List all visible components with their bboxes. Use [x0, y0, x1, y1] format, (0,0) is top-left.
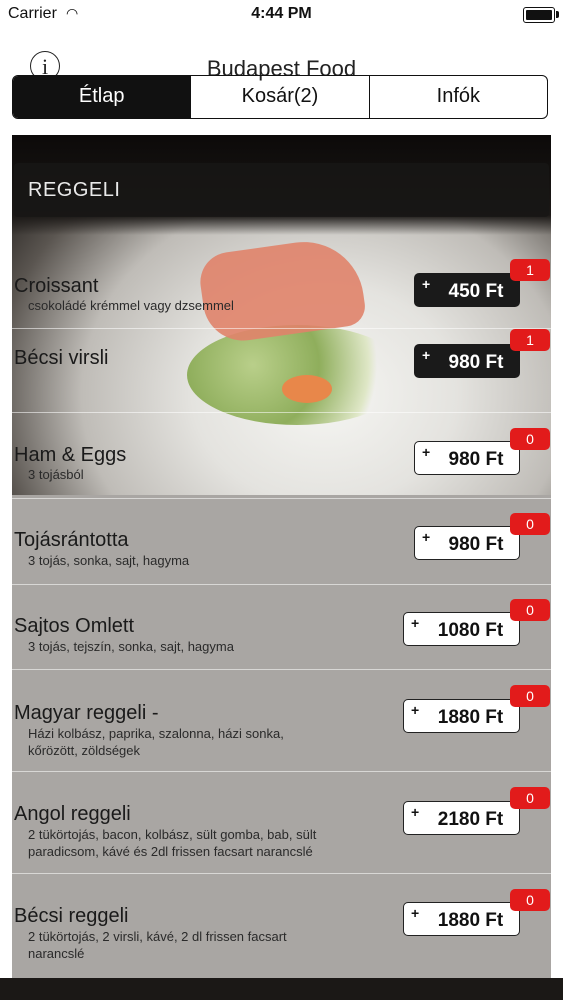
section-header[interactable]: REGGELI [14, 163, 549, 217]
item-name: Ham & Eggs [14, 444, 127, 466]
item-price: 1080 Ft [437, 620, 504, 641]
menu-item-becsi-reggeli[interactable]: Bécsi reggeli 2 tükörtojás, 2 virsli, ká… [12, 874, 551, 979]
item-price: 2180 Ft [437, 809, 504, 830]
item-description: csokoládé krémmel vagy dzsemmel [28, 298, 234, 313]
quantity-badge: 1 [510, 329, 550, 351]
item-description: 3 tojás, tejszín, sonka, sajt, hagyma [28, 639, 234, 654]
menu-item-angol-reggeli[interactable]: Angol reggeli 2 tükörtojás, bacon, kolbá… [12, 772, 551, 874]
menu-item-magyar-reggeli[interactable]: Magyar reggeli - Házi kolbász, paprika, … [12, 670, 551, 772]
section-title: REGGELI [28, 179, 121, 201]
clock: 4:44 PM [251, 5, 312, 22]
item-description: 3 tojásból [28, 467, 84, 482]
item-name: Sajtos Omlett [14, 615, 135, 637]
add-to-cart-button[interactable]: + 980 Ft [414, 344, 520, 378]
item-description: Házi kolbász, paprika, szalonna, házi so… [28, 726, 284, 758]
quantity-badge: 0 [510, 685, 550, 707]
add-to-cart-button[interactable]: + 1080 Ft [403, 612, 520, 646]
menu-item-tojasrantotta[interactable]: Tojásrántotta 3 tojás, sonka, sajt, hagy… [12, 499, 551, 585]
item-name: Angol reggeli [14, 803, 131, 825]
quantity-badge: 0 [510, 599, 550, 621]
segmented-tabs: Étlap Kosár(2) Infók [12, 75, 548, 119]
status-bar: Carrier ◠ 4:44 PM [0, 0, 563, 28]
menu-item-becsi-virsli[interactable]: Bécsi virsli + 980 Ft 1 [12, 329, 551, 413]
item-description: 3 tojás, sonka, sajt, hagyma [28, 553, 190, 568]
quantity-badge: 1 [510, 259, 550, 281]
item-name: Magyar reggeli - [14, 702, 159, 724]
tab-etlap[interactable]: Étlap [13, 76, 191, 118]
item-price: 980 Ft [448, 449, 504, 470]
item-name: Tojásrántotta [14, 529, 129, 551]
battery-icon [523, 7, 559, 23]
menu-item-croissant[interactable]: Croissant csokoládé krémmel vagy dzsemme… [12, 245, 551, 329]
item-price: 980 Ft [448, 534, 504, 555]
item-price: 1880 Ft [437, 910, 504, 931]
item-name: Bécsi reggeli [14, 905, 129, 927]
item-name: Croissant [14, 275, 99, 297]
bottom-bar [0, 978, 563, 1000]
add-to-cart-button[interactable]: + 450 Ft [414, 273, 520, 307]
item-description: 2 tükörtojás, bacon, kolbász, sült gomba… [28, 827, 317, 859]
tab-kosar[interactable]: Kosár(2) [190, 76, 368, 118]
add-to-cart-button[interactable]: + 2180 Ft [403, 801, 520, 835]
add-to-cart-button[interactable]: + 1880 Ft [403, 699, 520, 733]
item-price: 450 Ft [448, 281, 504, 302]
quantity-badge: 0 [510, 428, 550, 450]
menu-item-sajtos-omlett[interactable]: Sajtos Omlett 3 tojás, tejszín, sonka, s… [12, 585, 551, 670]
quantity-badge: 0 [510, 513, 550, 535]
item-name: Bécsi virsli [14, 347, 109, 369]
navigation-bar: i Budapest Food [0, 28, 563, 81]
item-price: 1880 Ft [437, 707, 504, 728]
add-to-cart-button[interactable]: + 980 Ft [414, 526, 520, 560]
quantity-badge: 0 [510, 889, 550, 911]
tab-infok[interactable]: Infók [368, 76, 547, 118]
add-to-cart-button[interactable]: + 980 Ft [414, 441, 520, 475]
add-to-cart-button[interactable]: + 1880 Ft [403, 902, 520, 936]
item-description: 2 tükörtojás, 2 virsli, kávé, 2 dl friss… [28, 929, 287, 961]
menu-item-ham-eggs[interactable]: Ham & Eggs 3 tojásból + 980 Ft 0 [12, 413, 551, 499]
quantity-badge: 0 [510, 787, 550, 809]
menu-list: Croissant csokoládé krémmel vagy dzsemme… [12, 245, 551, 979]
item-price: 980 Ft [448, 352, 504, 373]
